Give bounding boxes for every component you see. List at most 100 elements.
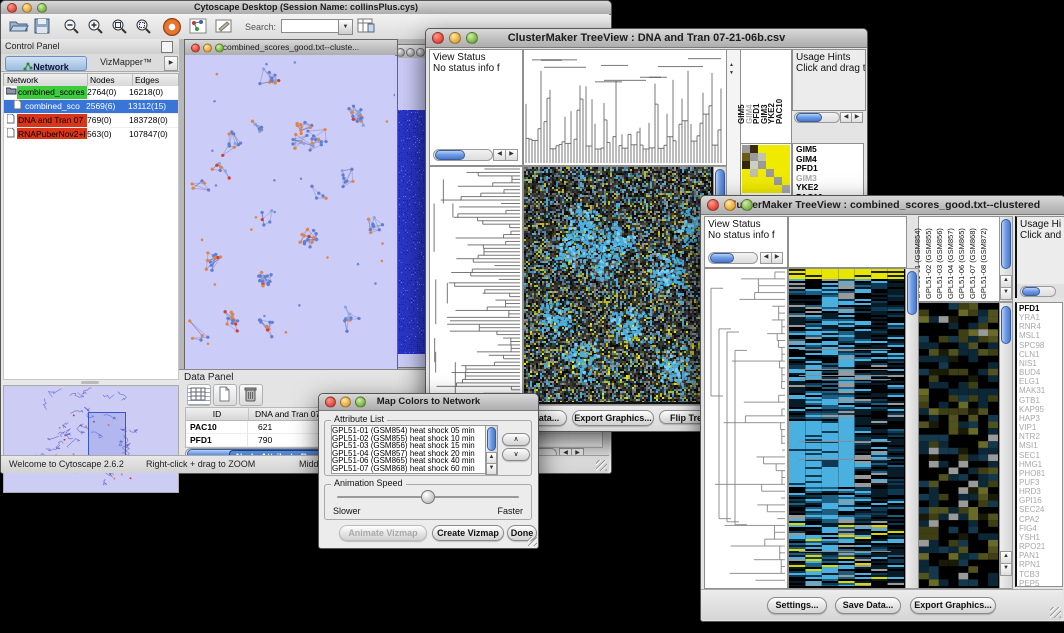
tv2-gene-label[interactable]: MSL1 — [1019, 331, 1062, 340]
attribute-list-item[interactable]: GPL51-07 (GSM868) heat shock 60 min — [332, 465, 486, 473]
attribute-browser-icon[interactable] — [357, 18, 375, 34]
tv2-gene-label[interactable]: BUD4 — [1019, 368, 1062, 377]
new-attribute-icon[interactable] — [213, 384, 237, 406]
search-dropdown-button[interactable]: ▼ — [338, 19, 353, 35]
tv2-gene-label[interactable]: GTB1 — [1019, 396, 1062, 405]
zoom-window-icon[interactable] — [355, 397, 366, 408]
network-canvas[interactable] — [185, 55, 395, 368]
network-table-row[interactable]: combined_sco2569(6)13112(15) — [4, 100, 178, 114]
matrix-cell[interactable] — [742, 145, 750, 153]
matrix-cell[interactable] — [774, 161, 782, 169]
matrix-cell[interactable] — [750, 177, 758, 185]
minimize-icon[interactable] — [340, 397, 351, 408]
frame-minimize-icon[interactable] — [203, 43, 212, 52]
matrix-cell[interactable] — [766, 185, 774, 193]
matrix-cell[interactable] — [742, 185, 750, 193]
matrix-cell[interactable] — [750, 145, 758, 153]
matrix-cell[interactable] — [758, 153, 766, 161]
close-icon[interactable] — [7, 3, 17, 13]
scroll-down-icon[interactable]: ▼ — [1000, 563, 1012, 576]
move-down-button[interactable]: ∨ — [502, 448, 530, 461]
tab-network[interactable]: Network — [5, 56, 87, 71]
tv2-gene-label[interactable]: MSI1 — [1019, 441, 1062, 450]
tv2-gene-label[interactable]: CLN1 — [1019, 350, 1062, 359]
tv2-gene-label[interactable]: TCB3 — [1019, 570, 1062, 579]
close-icon[interactable] — [432, 32, 444, 44]
matrix-cell[interactable] — [774, 177, 782, 185]
tv2-row-dendrogram[interactable] — [704, 268, 788, 589]
zoom-in-icon[interactable] — [87, 18, 104, 35]
matrix-cell[interactable] — [766, 153, 774, 161]
tv1-mini-scroll-strip[interactable]: ▲ ▼ — [726, 49, 741, 201]
matrix-cell[interactable] — [750, 153, 758, 161]
scroll-down-icon[interactable]: ▼ — [486, 463, 497, 475]
search-input[interactable] — [281, 19, 339, 33]
matrix-cell[interactable] — [742, 161, 750, 169]
tv2-gene-label[interactable]: PUF3 — [1019, 478, 1062, 487]
tv1-column-dendrogram[interactable] — [523, 49, 727, 166]
tv2-gene-label[interactable]: CPA2 — [1019, 515, 1062, 524]
tv1-row-dendrogram[interactable] — [429, 166, 523, 405]
matrix-cell[interactable] — [782, 185, 790, 193]
matrix-cell[interactable] — [782, 153, 790, 161]
matrix-cell[interactable] — [774, 185, 782, 193]
create-vizmap-button[interactable]: Create Vizmap — [432, 525, 504, 541]
tv2-gene-label[interactable]: NTR2 — [1019, 432, 1062, 441]
attribute-list-vscrollbar[interactable]: ▲ ▼ — [485, 425, 498, 475]
matrix-cell[interactable] — [750, 185, 758, 193]
matrix-cell[interactable] — [774, 153, 782, 161]
tv2-gene-label[interactable]: SEC1 — [1019, 451, 1062, 460]
minimize-icon[interactable] — [449, 32, 461, 44]
matrix-cell[interactable] — [758, 161, 766, 169]
tv2-gene-list[interactable]: PFD1YRA1RNR4MSL1SPC98CLN1NIS1BUD4ELG1MAK… — [1015, 302, 1063, 587]
animate-vizmap-button[interactable]: Animate Vizmap — [339, 525, 427, 541]
col-edges[interactable]: Edges — [133, 74, 178, 86]
treeview1-titlebar[interactable]: ClusterMaker TreeView : DNA and Tran 07-… — [426, 29, 867, 48]
tv2-gene-label[interactable]: HRD3 — [1019, 487, 1062, 496]
vizmap-icon[interactable] — [189, 18, 207, 34]
zoom-window-icon[interactable] — [466, 32, 478, 44]
tv2-gene-label[interactable]: HAP3 — [1019, 414, 1062, 423]
minimize-icon[interactable] — [724, 199, 736, 211]
network-table-row[interactable]: DNA and Tran 07769(0)183728(0) — [4, 114, 178, 128]
tv2-gene-label[interactable]: RPN1 — [1019, 560, 1062, 569]
matrix-cell[interactable] — [766, 169, 774, 177]
save-data-button[interactable]: Save Data... — [835, 597, 901, 614]
settings-button[interactable]: Settings... — [767, 597, 827, 614]
zoom-window-icon[interactable] — [741, 199, 753, 211]
frame-zoom-icon[interactable] — [215, 43, 224, 52]
matrix-cell[interactable] — [782, 161, 790, 169]
treeview2-titlebar[interactable]: ClusterMaker TreeView : combined_scores_… — [701, 196, 1064, 215]
table-mode-icon[interactable] — [187, 384, 211, 406]
move-up-button[interactable]: ∧ — [502, 433, 530, 446]
network-frame-titlebar[interactable]: combined_scores_good.txt--cluste... — [185, 40, 397, 56]
tv2-status-hscrollbar[interactable] — [708, 252, 758, 264]
float-panel-icon[interactable] — [161, 41, 173, 53]
tv2-gene-label[interactable]: YSH1 — [1019, 533, 1062, 542]
tv2-gene-label[interactable]: PFD1 — [1019, 304, 1062, 313]
tv2-gene-label[interactable]: PEP5 — [1019, 579, 1062, 587]
tv2-usage-hscrollbar[interactable] — [1015, 284, 1064, 298]
tv2-genes-vscrollbar[interactable]: ▲ ▼ — [999, 302, 1013, 589]
frame-close-icon[interactable] — [191, 43, 200, 52]
scroll-right-icon[interactable]: ▶ — [505, 149, 518, 161]
matrix-cell[interactable] — [782, 145, 790, 153]
speed-slider-thumb[interactable] — [421, 490, 435, 504]
matrix-cell[interactable] — [758, 185, 766, 193]
tv2-gene-label[interactable]: SEC24 — [1019, 505, 1062, 514]
panel-divider-handle[interactable] — [81, 381, 99, 384]
export-graphics-button[interactable]: Export Graphics... — [910, 597, 996, 614]
help-lifesaver-icon[interactable] — [163, 18, 181, 36]
tabs-overflow-button[interactable]: ▶ — [164, 56, 178, 71]
tv1-status-hscrollbar[interactable] — [433, 149, 493, 161]
annotation-icon[interactable] — [215, 18, 233, 34]
matrix-cell[interactable] — [766, 145, 774, 153]
main-titlebar[interactable]: Cytoscape Desktop (Session Name: collins… — [1, 1, 611, 15]
col-nodes[interactable]: Nodes — [88, 74, 133, 86]
attribute-listbox[interactable]: GPL51-01 (GSM854) heat shock 05 minGPL51… — [331, 425, 487, 474]
tv2-heatmap-vscrollbar[interactable] — [905, 268, 919, 589]
tv2-gene-label[interactable]: YRA1 — [1019, 313, 1062, 322]
close-icon[interactable] — [707, 199, 719, 211]
scroll-right-icon[interactable]: ▶ — [771, 252, 783, 264]
matrix-cell[interactable] — [750, 161, 758, 169]
